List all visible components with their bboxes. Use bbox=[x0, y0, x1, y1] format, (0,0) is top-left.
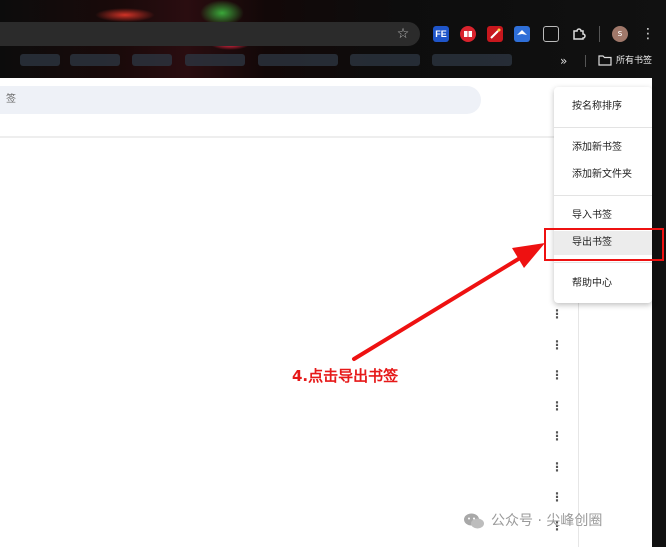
watermark-text: 公众号 · 尖峰创圈 bbox=[491, 513, 603, 529]
screenshot-root: ☆ FE s ⋮ » 所有书签 签 ⋮ ⋮ ⋮ ⋮ ⋮ ⋮ ⋮ ⋮ 按名称排序 … bbox=[0, 0, 666, 547]
wechat-icon bbox=[464, 513, 484, 529]
annotation-label: 4.点击导出书签 bbox=[292, 367, 399, 385]
annotation-arrow bbox=[352, 243, 545, 361]
